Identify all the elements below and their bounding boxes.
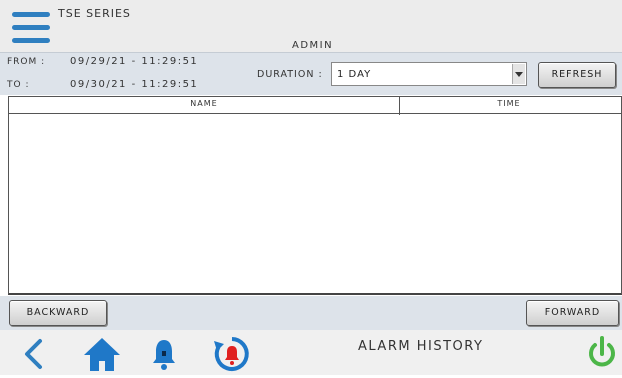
duration-label: DURATION : (257, 69, 323, 80)
chevron-down-icon[interactable] (512, 64, 525, 84)
to-value: 09/30/21 - 11:29:51 (70, 79, 199, 90)
screen-title: ALARM HISTORY (358, 339, 484, 354)
home-icon[interactable] (82, 336, 122, 372)
table-header: NAME TIME (9, 96, 621, 115)
menu-icon[interactable] (12, 8, 50, 46)
brand-title: TSE SERIES (58, 7, 131, 20)
alarm-bell-icon[interactable] (150, 337, 178, 371)
power-icon[interactable] (585, 335, 619, 373)
from-value: 09/29/21 - 11:29:51 (70, 56, 199, 67)
column-header-name: NAME (190, 99, 218, 108)
duration-value: 1 DAY (337, 69, 372, 80)
backward-button[interactable]: BACKWARD (9, 300, 107, 326)
to-label: TO : (7, 80, 30, 90)
user-label: ADMIN (292, 40, 334, 51)
alarm-history-icon[interactable] (212, 334, 252, 374)
alarm-history-table[interactable]: NAME TIME (8, 96, 622, 295)
back-icon[interactable] (20, 338, 48, 370)
filter-panel: FROM : 09/29/21 - 11:29:51 TO : 09/30/21… (0, 52, 622, 95)
refresh-button[interactable]: REFRESH (538, 62, 616, 88)
top-bar: TSE SERIES ADMIN (0, 0, 622, 58)
forward-button[interactable]: FORWARD (526, 300, 619, 326)
from-label: FROM : (7, 57, 46, 67)
duration-select[interactable]: 1 DAY (331, 62, 527, 86)
column-header-time: TIME (497, 99, 521, 108)
